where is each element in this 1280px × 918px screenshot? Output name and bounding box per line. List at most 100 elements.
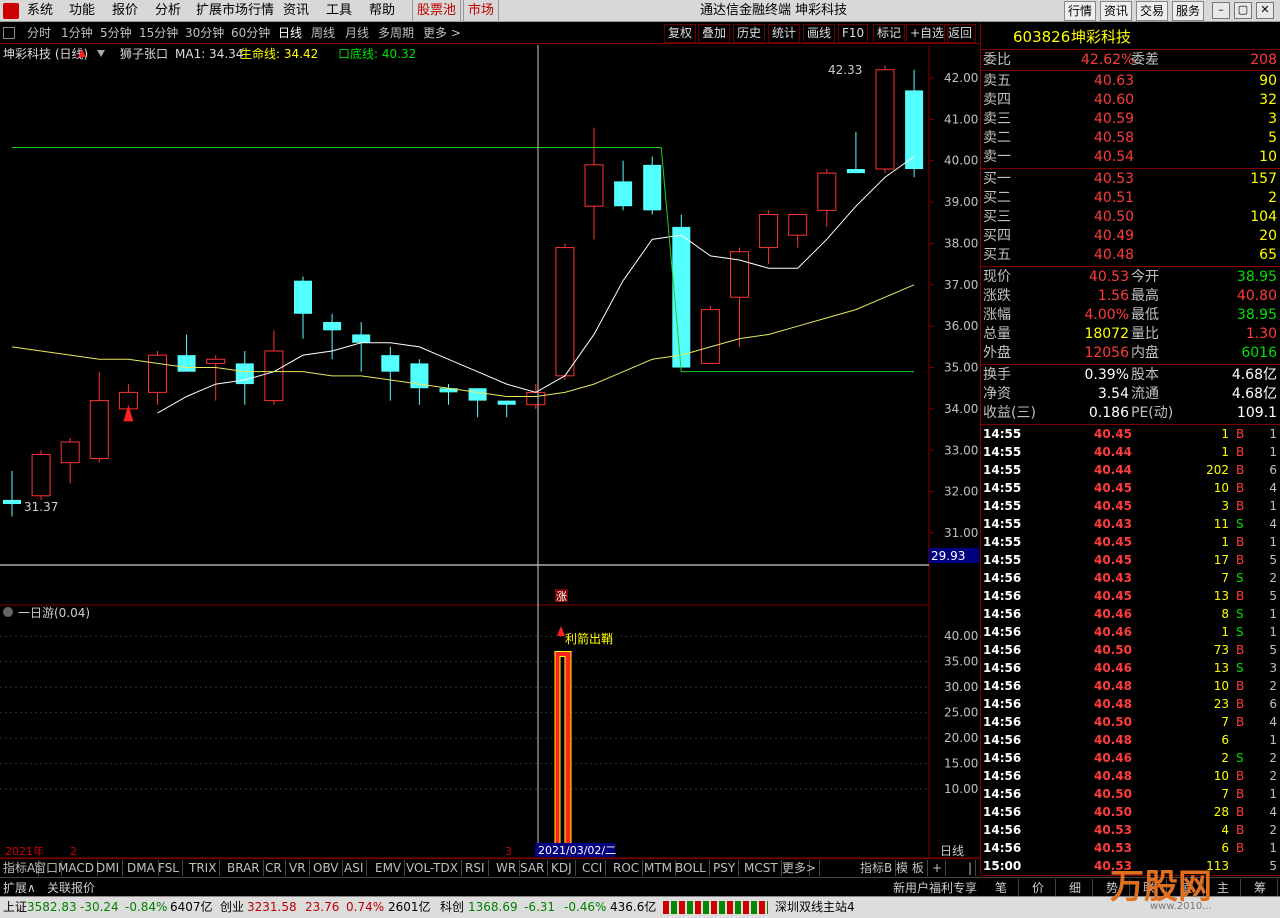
ask-row[interactable]: 卖四 40.60 32 [981, 91, 1280, 110]
ask-row[interactable]: 卖三 40.59 3 [981, 110, 1280, 129]
indicator-tab-mtm[interactable]: MTM [641, 860, 677, 876]
current-price-value: 29.93 [931, 549, 965, 563]
bid-row[interactable]: 买三 40.50 104 [981, 208, 1280, 227]
server-name[interactable]: 深圳双线主站4 [775, 897, 855, 917]
top-info-button[interactable]: 资讯 [1100, 1, 1132, 21]
quote-tab-2[interactable]: 细 [1058, 879, 1093, 896]
indicator-tab-emv[interactable]: EMV [372, 860, 406, 876]
indicator-tab-cci[interactable]: CCI [579, 860, 607, 876]
quote-tab-1[interactable]: 价 [1021, 879, 1056, 896]
bid-row[interactable]: 买二 40.51 2 [981, 189, 1280, 208]
indicator-tab-macd[interactable]: MACD [55, 860, 98, 876]
extend-toggle[interactable]: 扩展∧ [3, 879, 36, 896]
menu-tools[interactable]: 工具 [326, 0, 352, 22]
bid-row[interactable]: 买一 40.53 157 [981, 170, 1280, 189]
menu-quote[interactable]: 报价 [112, 0, 138, 22]
indicator-tab-kdj[interactable]: KDJ [548, 860, 576, 876]
menu-help[interactable]: 帮助 [369, 0, 395, 22]
indicator-tab-dma[interactable]: DMA [124, 860, 159, 876]
menu-extended-market[interactable]: 扩展市场行情 [196, 0, 274, 22]
related-quote-tab[interactable]: 关联报价 [47, 879, 95, 896]
menu-analysis[interactable]: 分析 [155, 0, 181, 22]
bid-row[interactable]: 买四 40.49 20 [981, 227, 1280, 246]
y-tick-label: 41.00 [944, 112, 978, 126]
tool-statistics[interactable]: 统计 [768, 24, 801, 43]
ask-row[interactable]: 卖一 40.54 10 [981, 148, 1280, 167]
top-quote-button[interactable]: 行情 [1064, 1, 1096, 21]
indicator-tab-asi[interactable]: ASI [341, 860, 368, 876]
top-service-button[interactable]: 服务 [1172, 1, 1204, 21]
menu-info[interactable]: 资讯 [283, 0, 309, 22]
maximize-icon[interactable]: ▢ [1234, 2, 1252, 19]
indicator-tab-roc[interactable]: ROC [610, 860, 644, 876]
indicator-tab-psy[interactable]: PSY [710, 860, 740, 876]
indicator-tab-vr[interactable]: VR [286, 860, 310, 876]
minimize-icon[interactable]: – [1212, 2, 1230, 19]
period-label: 日线 [940, 844, 964, 858]
indicator-tab--b[interactable]: 指标B [857, 860, 897, 876]
ask-row[interactable]: 卖五 40.63 90 [981, 72, 1280, 91]
indicator-tab-obv[interactable]: OBV [310, 860, 343, 876]
close-icon[interactable]: ✕ [1256, 2, 1274, 19]
period-daily[interactable]: 日线 [278, 25, 302, 42]
tool-add-watchlist[interactable]: +自选 [906, 24, 949, 43]
period-more[interactable]: 更多 > [423, 25, 461, 42]
candle-body-up [60, 441, 80, 464]
menu-market[interactable]: 市场 [463, 0, 500, 22]
indicator-tab-fsl[interactable]: FSL [155, 860, 183, 876]
indicator-tab-rsi[interactable]: RSI [462, 860, 489, 876]
period-weekly[interactable]: 周线 [311, 25, 335, 42]
menu-function[interactable]: 功能 [69, 0, 95, 22]
book-label: 买三 [983, 209, 1011, 225]
tool-history[interactable]: 历史 [733, 24, 766, 43]
tool-f10[interactable]: F10 [838, 24, 869, 43]
book-label: 卖五 [983, 73, 1011, 89]
bid-row[interactable]: 买五 40.48 65 [981, 246, 1280, 265]
candle [788, 214, 808, 248]
tick-row: 14:55 40.45 1 B 1 [983, 535, 1277, 549]
period-monthly[interactable]: 月线 [345, 25, 369, 42]
sub-signal-bar-inner [559, 655, 566, 851]
tool-draw[interactable]: 画线 [803, 24, 836, 43]
menu-stock-pool[interactable]: 股票池 [412, 0, 462, 22]
tool-restore-rights[interactable]: 复权 [664, 24, 697, 43]
top-trade-button[interactable]: 交易 [1136, 1, 1168, 21]
indicator-tab--[interactable]: + [929, 860, 947, 876]
cy-index-name[interactable]: 创业 [220, 897, 244, 917]
quote-tab-0[interactable]: 笔 [984, 879, 1019, 896]
candle [643, 156, 662, 215]
kc-index-name[interactable]: 科创 [440, 897, 464, 917]
tool-mark[interactable]: 标记 [873, 24, 906, 43]
indicator-tab-brar[interactable]: BRAR [224, 860, 264, 876]
period-5min[interactable]: 5分钟 [100, 25, 132, 42]
chart-pattern-label: 狮子张口 [120, 47, 168, 61]
indicator-tab-dmi[interactable]: DMI [93, 860, 124, 876]
indicator-tab-mcst[interactable]: MCST [741, 860, 782, 876]
indicator-tab-sar[interactable]: SAR [517, 860, 549, 876]
period-15min[interactable]: 15分钟 [139, 25, 178, 42]
period-multi[interactable]: 多周期 [378, 25, 414, 42]
indicator-tab-boll[interactable]: BOLL [672, 860, 710, 876]
tool-overlay[interactable]: 叠加 [698, 24, 731, 43]
indicator-tab--[interactable]: 模 板 [893, 860, 928, 876]
indicator-tab-vol-tdx[interactable]: VOL-TDX [403, 860, 462, 876]
quote-tab-7[interactable]: 筹 [1243, 879, 1278, 896]
period-60min[interactable]: 60分钟 [231, 25, 270, 42]
indicator-tab--[interactable]: | [965, 860, 977, 876]
menu-system[interactable]: 系统 [27, 0, 53, 22]
sh-index-name[interactable]: 上证 [3, 897, 27, 917]
kc-index-change: -6.31 [524, 900, 556, 914]
period-30min[interactable]: 30分钟 [185, 25, 224, 42]
panel-toggle-icon[interactable] [3, 27, 15, 39]
indicator-tab-cr[interactable]: CR [262, 860, 286, 876]
ask-row[interactable]: 卖二 40.58 5 [981, 129, 1280, 148]
promo-link[interactable]: 新用户福利专享 [893, 879, 977, 896]
tool-back[interactable]: 返回 [944, 24, 977, 43]
candle [817, 169, 837, 227]
indicator-tab--[interactable]: > [803, 860, 821, 876]
kline-chart[interactable]: 42.00 41.00 40.00 39.00 38.00 37.00 36.00 35.00… [0, 45, 980, 860]
period-timeshare[interactable]: 分时 [27, 25, 51, 42]
bottom-line [12, 146, 915, 373]
indicator-tab-trix[interactable]: TRIX [186, 860, 221, 876]
period-1min[interactable]: 1分钟 [61, 25, 93, 42]
